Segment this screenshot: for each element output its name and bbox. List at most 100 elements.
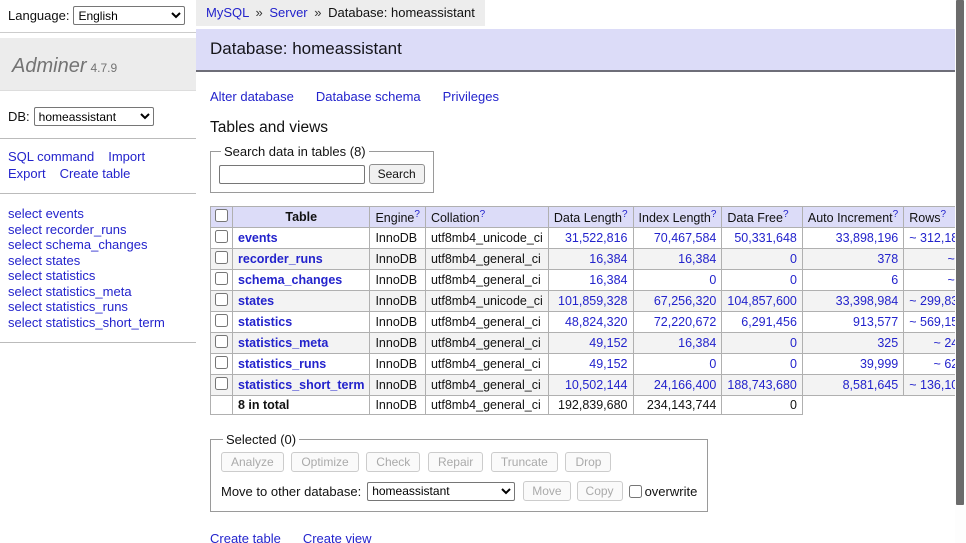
help-link[interactable]: ? (893, 209, 899, 220)
create-table-link[interactable]: Create table (210, 531, 281, 543)
sidebar-link-select-statistics-short-term[interactable]: select statistics_short_term (8, 315, 186, 331)
index-length-link[interactable]: 0 (709, 357, 716, 371)
database-schema-link[interactable]: Database schema (316, 89, 421, 104)
table-name-link[interactable]: states (238, 294, 274, 308)
optimize-button[interactable]: Optimize (291, 452, 358, 472)
vertical-scrollbar[interactable] (955, 0, 966, 543)
row-select-checkbox[interactable] (215, 230, 228, 243)
repair-button[interactable]: Repair (428, 452, 483, 472)
data-length-link[interactable]: 49,152 (589, 336, 627, 350)
data-free-link[interactable]: 188,743,680 (727, 378, 797, 392)
search-button[interactable]: Search (369, 164, 425, 184)
auto-increment-link[interactable]: 8,581,645 (843, 378, 899, 392)
alter-database-link[interactable]: Alter database (210, 89, 294, 104)
data-length-link[interactable]: 10,502,144 (565, 378, 628, 392)
data-length-link[interactable]: 16,384 (589, 252, 627, 266)
move-db-select[interactable]: homeassistant (367, 482, 515, 501)
auto-increment-link[interactable]: 325 (877, 336, 898, 350)
check-button[interactable]: Check (366, 452, 420, 472)
sidebar-link-import[interactable]: Import (108, 148, 145, 165)
index-length-link[interactable]: 24,166,400 (654, 378, 717, 392)
sidebar-link-select-recorder-runs[interactable]: select recorder_runs (8, 222, 186, 238)
data-free-link[interactable]: 6,291,456 (741, 315, 797, 329)
db-select[interactable]: homeassistant (34, 107, 154, 126)
index-length-link[interactable]: 0 (709, 273, 716, 287)
auto-increment-link[interactable]: 378 (877, 252, 898, 266)
breadcrumb-server-link[interactable]: Server (269, 5, 307, 20)
row-select-checkbox[interactable] (215, 314, 228, 327)
data-free-link[interactable]: 50,331,648 (734, 231, 797, 245)
drop-button[interactable]: Drop (565, 452, 611, 472)
main-content: MySQL » Server » Database: homeassistant… (196, 0, 966, 543)
help-link[interactable]: ? (414, 209, 420, 220)
help-link[interactable]: ? (480, 209, 486, 220)
auto-increment-link[interactable]: 913,577 (853, 315, 898, 329)
auto-increment-link[interactable]: 6 (891, 273, 898, 287)
auto-increment-link[interactable]: 33,398,984 (836, 294, 899, 308)
sidebar-link-export[interactable]: Export (8, 165, 46, 182)
help-link[interactable]: ? (711, 209, 717, 220)
row-select-checkbox[interactable] (215, 356, 228, 369)
data-length-link[interactable]: 49,152 (589, 357, 627, 371)
data-length-link[interactable]: 31,522,816 (565, 231, 628, 245)
auto-increment-link[interactable]: 39,999 (860, 357, 898, 371)
search-input[interactable] (219, 165, 365, 184)
table-name-link[interactable]: recorder_runs (238, 252, 323, 266)
create-view-link[interactable]: Create view (303, 531, 372, 543)
table-name-link[interactable]: statistics_meta (238, 336, 328, 350)
table-name-link[interactable]: statistics_runs (238, 357, 326, 371)
data-length-link[interactable]: 16,384 (589, 273, 627, 287)
index-length-link[interactable]: 16,384 (678, 252, 716, 266)
sidebar-link-select-statistics-runs[interactable]: select statistics_runs (8, 299, 186, 315)
table-name-link[interactable]: statistics_short_term (238, 378, 364, 392)
index-length-link[interactable]: 72,220,672 (654, 315, 717, 329)
row-select-checkbox[interactable] (215, 377, 228, 390)
sidebar-link-select-statistics[interactable]: select statistics (8, 268, 186, 284)
sidebar-link-select-schema-changes[interactable]: select schema_changes (8, 237, 186, 253)
sidebar-link-select-statistics-meta[interactable]: select statistics_meta (8, 284, 186, 300)
move-row: Move to other database: homeassistant Mo… (221, 481, 697, 501)
selected-legend: Selected (0) (223, 432, 299, 447)
content-area: Alter databaseDatabase schemaPrivileges … (196, 89, 966, 543)
table-name-link[interactable]: statistics (238, 315, 292, 329)
row-select-checkbox[interactable] (215, 293, 228, 306)
sidebar-link-create-table[interactable]: Create table (60, 165, 131, 182)
auto-increment-link[interactable]: 33,898,196 (836, 231, 899, 245)
language-label: Language: (8, 8, 69, 23)
index-length-link[interactable]: 67,256,320 (654, 294, 717, 308)
privileges-link[interactable]: Privileges (443, 89, 499, 104)
data-length-link[interactable]: 48,824,320 (565, 315, 628, 329)
row-select-checkbox[interactable] (215, 335, 228, 348)
engine-cell: InnoDB (370, 333, 426, 354)
table-name-link[interactable]: schema_changes (238, 273, 342, 287)
collation-cell: utf8mb4_general_ci (425, 249, 548, 270)
help-link[interactable]: ? (783, 209, 789, 220)
move-to-db-label: Move to other database: (221, 484, 361, 499)
truncate-button[interactable]: Truncate (491, 452, 558, 472)
table-row-schema-changes: schema_changes InnoDB utf8mb4_general_ci… (211, 270, 966, 291)
overwrite-checkbox[interactable] (629, 485, 642, 498)
language-select[interactable]: English (73, 6, 185, 25)
sidebar-link-select-states[interactable]: select states (8, 253, 186, 269)
index-length-link[interactable]: 70,467,584 (654, 231, 717, 245)
data-length-link[interactable]: 101,859,328 (558, 294, 628, 308)
row-select-checkbox[interactable] (215, 272, 228, 285)
data-free-link[interactable]: 0 (790, 357, 797, 371)
analyze-button[interactable]: Analyze (221, 452, 284, 472)
help-link[interactable]: ? (622, 209, 628, 220)
row-select-checkbox[interactable] (215, 251, 228, 264)
move-button[interactable]: Move (523, 481, 570, 501)
data-free-link[interactable]: 0 (790, 252, 797, 266)
table-name-link[interactable]: events (238, 231, 278, 245)
data-free-link[interactable]: 0 (790, 336, 797, 350)
sidebar-link-select-events[interactable]: select events (8, 206, 186, 222)
select-all-checkbox[interactable] (215, 209, 228, 222)
copy-button[interactable]: Copy (577, 481, 623, 501)
data-free-link[interactable]: 104,857,600 (727, 294, 797, 308)
scrollbar-thumb[interactable] (956, 0, 964, 505)
help-link[interactable]: ? (940, 209, 946, 220)
index-length-link[interactable]: 16,384 (678, 336, 716, 350)
data-free-link[interactable]: 0 (790, 273, 797, 287)
sidebar-link-sql-command[interactable]: SQL command (8, 148, 94, 165)
breadcrumb-mysql-link[interactable]: MySQL (206, 5, 249, 20)
